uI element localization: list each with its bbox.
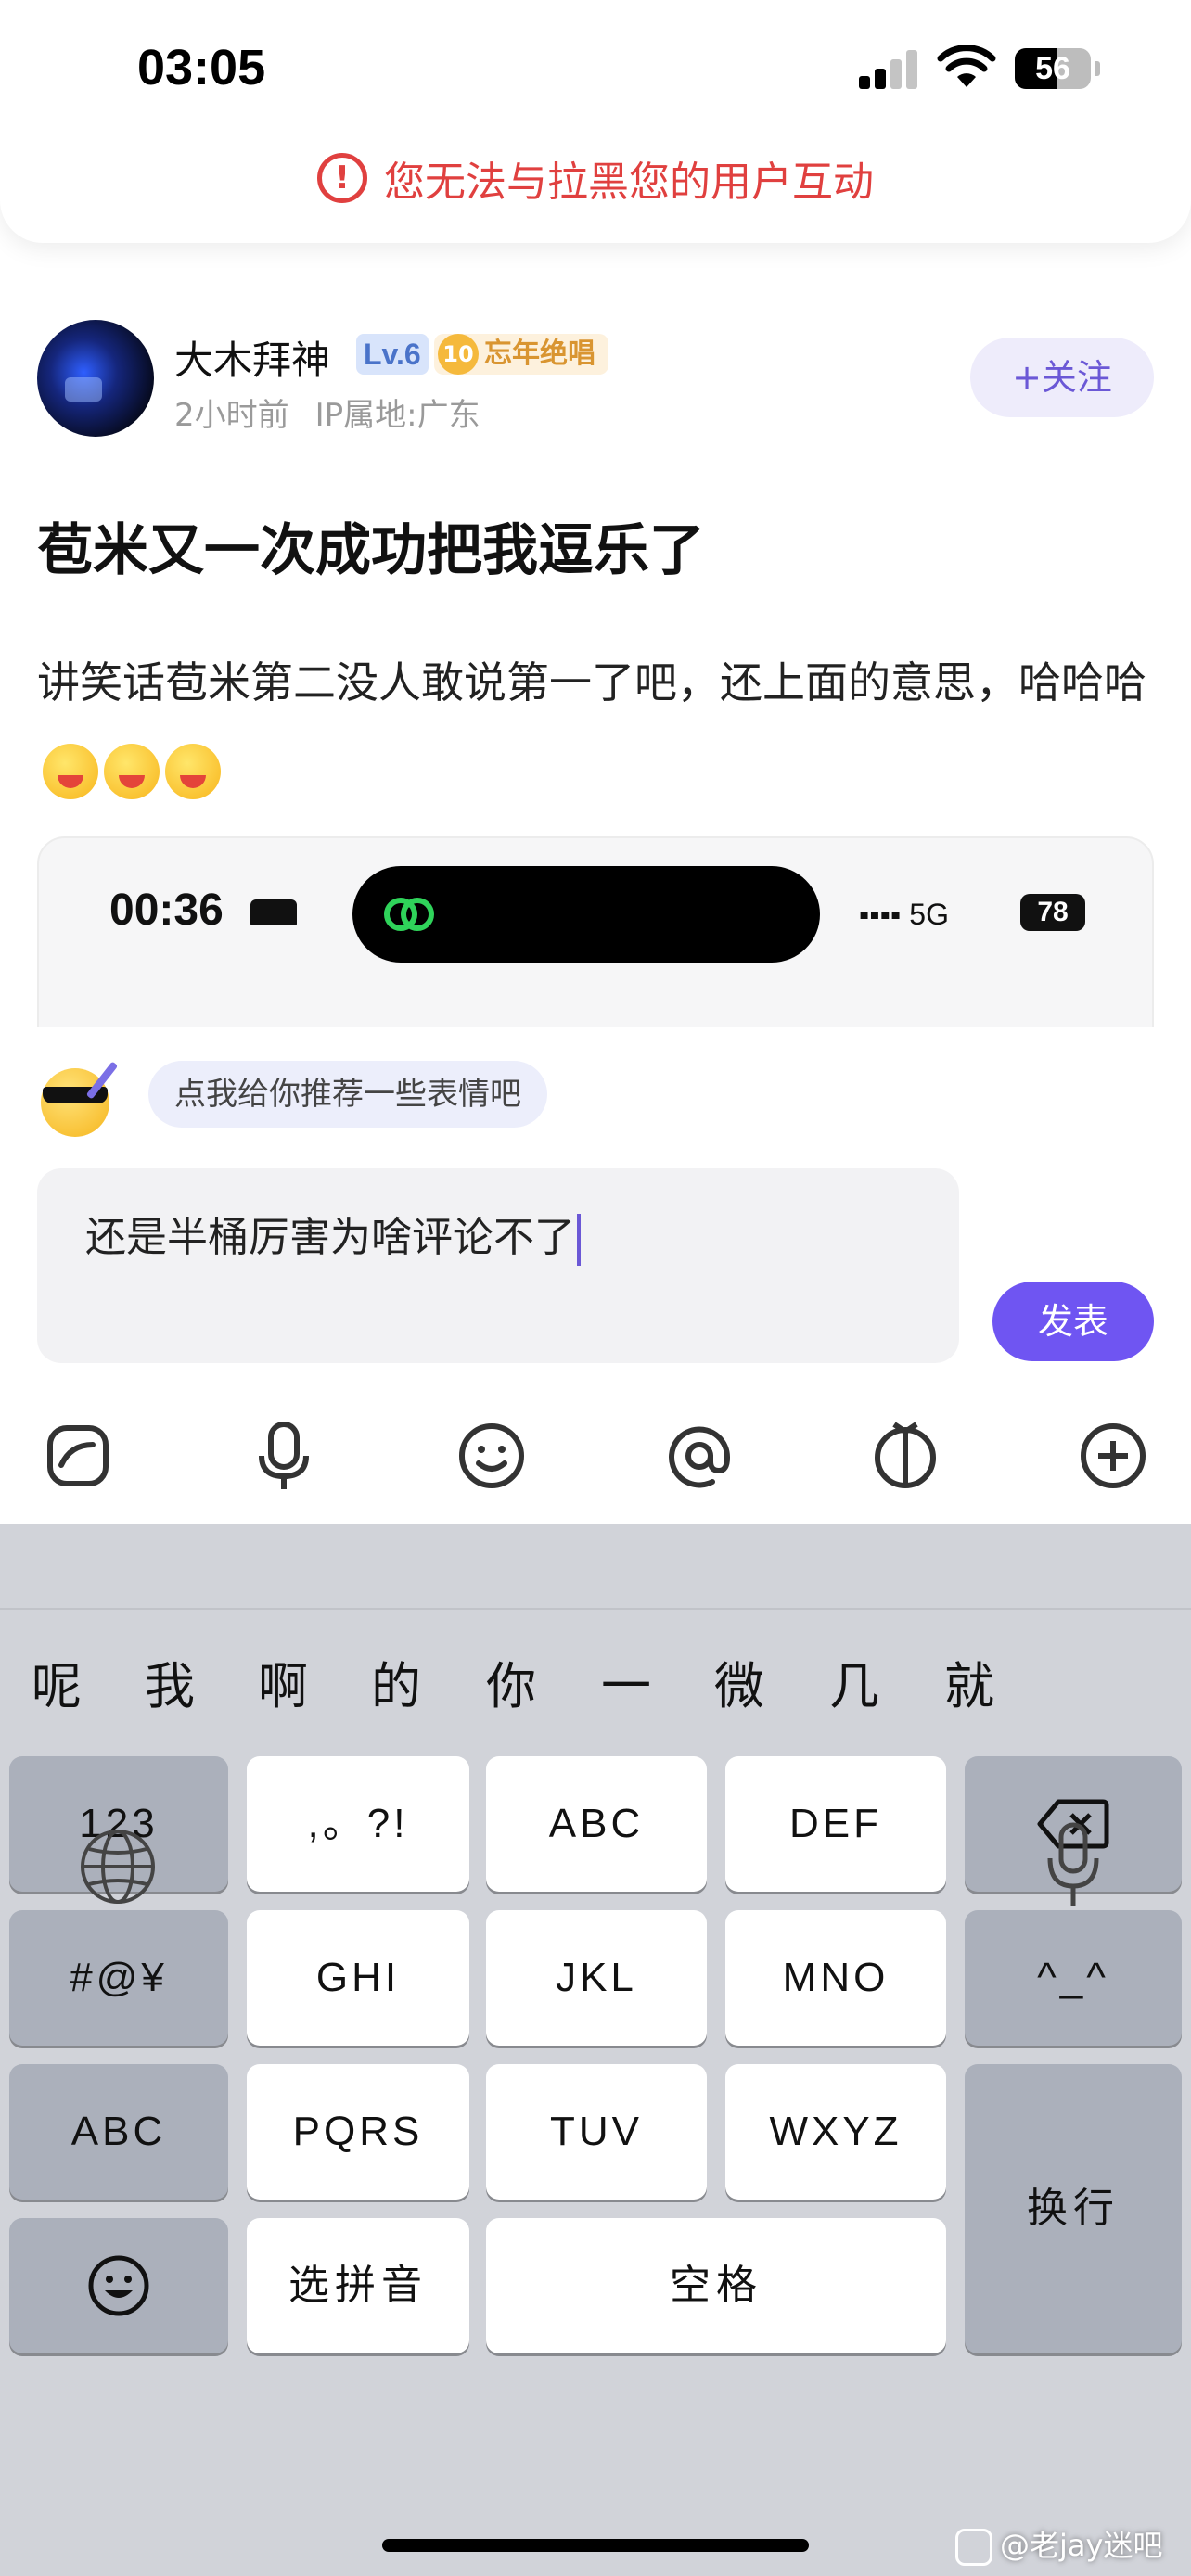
emoji-key[interactable]: [9, 2218, 228, 2353]
sunglasses-bot-icon[interactable]: [37, 1055, 126, 1144]
laughing-emoji-icon: [165, 743, 221, 799]
candidate-word[interactable]: 啊: [258, 1645, 308, 1718]
key-abc-switch[interactable]: ABC: [9, 2064, 228, 2200]
keyboard-toolbar: [0, 1524, 1191, 1610]
image-status-time: 00:36: [109, 886, 224, 935]
mention-icon[interactable]: [660, 1417, 738, 1495]
status-time: 03:05: [137, 40, 266, 96]
send-button[interactable]: 发表: [992, 1282, 1154, 1361]
plus-icon[interactable]: [1074, 1417, 1152, 1495]
blocked-toast: ! 您无法与拉黑您的用户互动: [0, 148, 1191, 208]
bed-icon: [250, 899, 297, 925]
battery-icon: 56: [1015, 48, 1091, 89]
candidate-word[interactable]: 几: [829, 1645, 879, 1718]
post-meta: 2小时前 IP属地:广东: [174, 389, 480, 435]
candidate-word[interactable]: 就: [944, 1645, 994, 1718]
medal-coin-icon: 10: [438, 334, 479, 375]
medal-label: 忘年绝唱: [484, 338, 596, 370]
level-badge: Lv.6: [356, 334, 429, 375]
post-body-text: 讲笑话苞米第二没人敢说第一了吧，还上面的意思，哈哈哈: [37, 657, 1146, 708]
image-network-label: ▪▪▪▪ 5G: [859, 898, 949, 931]
medal-badge[interactable]: 10 忘年绝唱: [434, 334, 608, 375]
status-and-toast-card: 03:05 56 ! 您无法与拉黑您的用户互动: [0, 0, 1191, 243]
emoji-icon[interactable]: [453, 1417, 531, 1495]
battery-tip: [1095, 61, 1100, 76]
key-mno[interactable]: MNO: [725, 1910, 946, 2046]
ime-keyboard: 呢 我 啊 的 你 一 微 几 就: [0, 1524, 1191, 2576]
comment-input-value: 还是半桶厉害为啥评论不了: [85, 1214, 575, 1261]
key-kaomoji[interactable]: ^_^: [965, 1910, 1182, 2046]
microphone-icon[interactable]: [245, 1417, 323, 1495]
image-battery: 78: [1020, 894, 1085, 931]
key-def[interactable]: DEF: [725, 1756, 946, 1892]
key-abc[interactable]: ABC: [486, 1756, 707, 1892]
author-name[interactable]: 大木拜神: [174, 329, 330, 386]
author-avatar[interactable]: [37, 320, 154, 437]
cellular-signal-icon: [859, 48, 918, 89]
key-punctuation[interactable]: ,。?!: [247, 1756, 469, 1892]
wifi-icon: [937, 45, 996, 87]
enter-key[interactable]: 换行: [965, 2064, 1182, 2353]
globe-icon[interactable]: [78, 1827, 158, 1906]
key-select-pinyin[interactable]: 选拼音: [247, 2218, 469, 2353]
dynamic-island: [352, 866, 820, 963]
emoji-icon: [88, 2255, 149, 2316]
sticker-icon[interactable]: [39, 1417, 117, 1495]
watermark: @老jay迷吧: [955, 2522, 1162, 2566]
topic-icon[interactable]: [866, 1417, 944, 1495]
space-key[interactable]: 空格: [486, 2218, 946, 2353]
key-wxyz[interactable]: WXYZ: [725, 2064, 946, 2200]
candidate-word[interactable]: 呢: [32, 1645, 82, 1718]
toast-message: 您无法与拉黑您的用户互动: [384, 159, 874, 206]
candidate-word[interactable]: 一: [601, 1645, 651, 1718]
laughing-emoji-icon: [104, 743, 160, 799]
key-symbols[interactable]: #@¥: [9, 1910, 228, 2046]
candidate-bar: 呢 我 啊 的 你 一 微 几 就: [0, 1645, 1191, 1719]
candidate-word[interactable]: 我: [145, 1645, 195, 1718]
laughing-emoji-icon: [43, 743, 98, 799]
emoji-suggestion-bubble[interactable]: 点我给你推荐一些表情吧: [148, 1061, 547, 1128]
follow-button[interactable]: +关注: [970, 338, 1154, 417]
comment-composer: 点我给你推荐一些表情吧 还是半桶厉害为啥评论不了 发表: [0, 1027, 1191, 1524]
key-pqrs[interactable]: PQRS: [247, 2064, 469, 2200]
ip-location: IP属地:广东: [314, 397, 480, 434]
post-title: 苞米又一次成功把我逗乐了: [37, 518, 705, 583]
candidate-word[interactable]: 的: [371, 1645, 421, 1718]
comment-input[interactable]: 还是半桶厉害为啥评论不了: [37, 1168, 959, 1363]
candidate-word[interactable]: 你: [486, 1645, 536, 1718]
home-indicator[interactable]: [382, 2539, 809, 2552]
link-icon: [384, 898, 434, 931]
candidate-word[interactable]: 微: [714, 1645, 764, 1718]
key-ghi[interactable]: GHI: [247, 1910, 469, 2046]
key-jkl[interactable]: JKL: [486, 1910, 707, 2046]
key-tuv[interactable]: TUV: [486, 2064, 707, 2200]
composer-toolbar: [0, 1398, 1191, 1510]
weibo-logo-icon: [955, 2529, 992, 2566]
exclamation-circle-icon: !: [317, 153, 367, 203]
battery-level: 56: [1035, 51, 1070, 86]
post-time: 2小时前: [174, 397, 289, 434]
text-caret: [577, 1214, 581, 1266]
dictation-microphone-icon[interactable]: [1041, 1819, 1106, 1912]
post-body: 讲笑话苞米第二没人敢说第一了吧，还上面的意思，哈哈哈: [37, 640, 1159, 810]
